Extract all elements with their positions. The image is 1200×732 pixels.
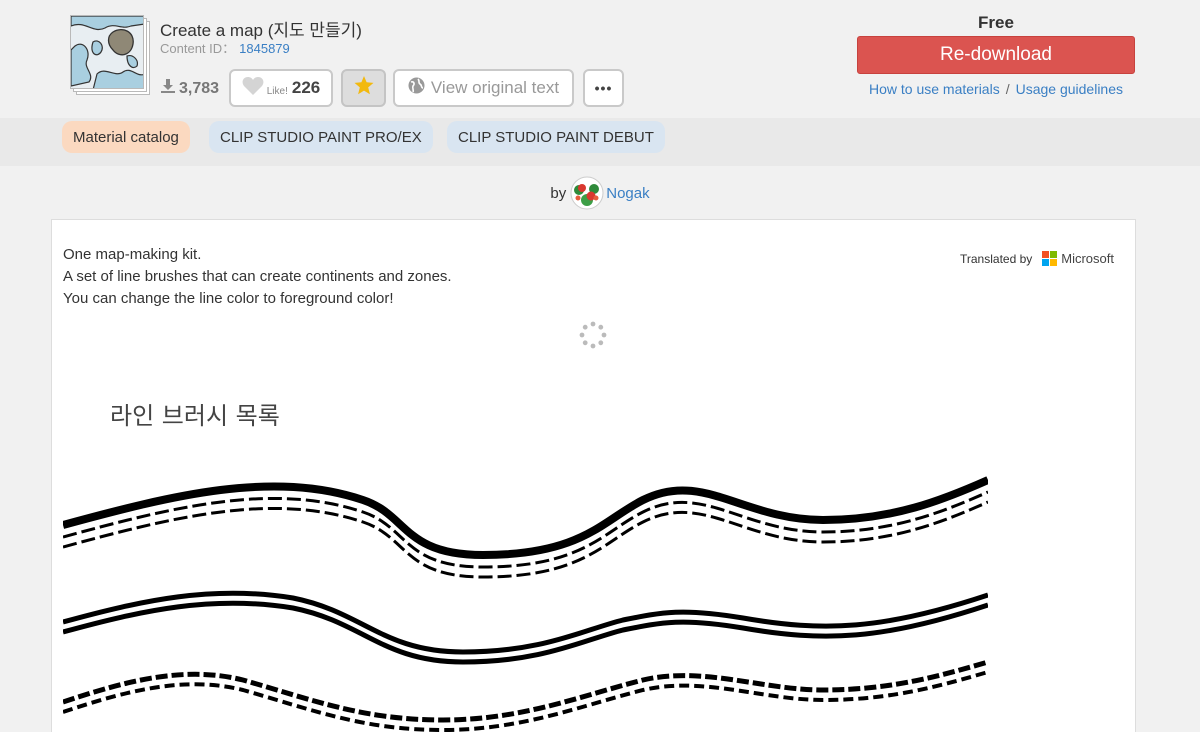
heart-icon (242, 76, 264, 101)
description-line: You can change the line color to foregro… (63, 290, 394, 307)
avatar[interactable] (570, 176, 604, 210)
by-label: by (550, 184, 567, 202)
link-separator: / (1005, 81, 1010, 97)
author-byline: by Nogak (0, 176, 1200, 210)
thumbnail-image (70, 15, 144, 89)
material-thumbnail[interactable] (70, 15, 152, 95)
favorite-button[interactable] (341, 69, 386, 107)
globe-icon (408, 77, 425, 99)
content-id-label: Content ID： (160, 41, 236, 56)
download-count: 3,783 (160, 78, 219, 99)
brush-sample-3 (62, 659, 989, 732)
help-links: How to use materials / Usage guidelines (857, 81, 1135, 97)
description-line: A set of line brushes that can create co… (63, 268, 452, 285)
translator-name: Microsoft (1061, 251, 1114, 266)
content-id-link[interactable]: 1845879 (239, 41, 290, 56)
description-text: One map-making kit. A set of line brushe… (63, 244, 452, 310)
material-header: Create a map (지도 만들기) Content ID： 1845879… (0, 0, 1200, 118)
like-button[interactable]: Like! 226 (229, 69, 333, 107)
like-label: Like! (266, 85, 288, 97)
artwork-heading: 라인 브러시 목록 (110, 402, 280, 430)
like-count: 226 (291, 78, 321, 97)
price-label: Free (978, 13, 1014, 32)
translated-by: Translated by Microsoft (960, 251, 1114, 266)
view-original-text-button[interactable]: View original text (393, 69, 574, 107)
brush-sample-1 (61, 476, 990, 579)
tag-clip-studio-debut[interactable]: CLIP STUDIO PAINT DEBUT (447, 121, 665, 153)
how-to-use-link[interactable]: How to use materials (869, 81, 1000, 97)
redownload-button[interactable]: Re-download (857, 36, 1135, 74)
author-name-link[interactable]: Nogak (606, 185, 649, 202)
content-id: Content ID： 1845879 (160, 38, 290, 57)
ellipsis-icon: ••• (594, 80, 613, 96)
tag-clip-studio-pro-ex[interactable]: CLIP STUDIO PAINT PRO/EX (209, 121, 433, 153)
translated-by-label: Translated by (960, 251, 1033, 266)
brush-stroke-samples (61, 476, 990, 732)
description-line: One map-making kit. (63, 246, 202, 263)
download-icon (160, 78, 176, 99)
download-count-value: 3,783 (179, 79, 220, 97)
microsoft-logo-icon (1042, 251, 1058, 266)
brush-sample-2 (62, 590, 989, 665)
description-panel: One map-making kit. A set of line brushe… (51, 219, 1136, 732)
brush-preview-artwork: 라인 브러시 목록 (61, 390, 990, 732)
more-options-button[interactable]: ••• (583, 69, 624, 107)
spinner-icon (579, 321, 607, 349)
star-icon (354, 76, 374, 100)
category-tag-bar: Material catalog CLIP STUDIO PAINT PRO/E… (0, 118, 1200, 166)
usage-guidelines-link[interactable]: Usage guidelines (1016, 81, 1123, 97)
tag-material-catalog[interactable]: Material catalog (62, 121, 190, 153)
view-original-label: View original text (430, 78, 560, 97)
